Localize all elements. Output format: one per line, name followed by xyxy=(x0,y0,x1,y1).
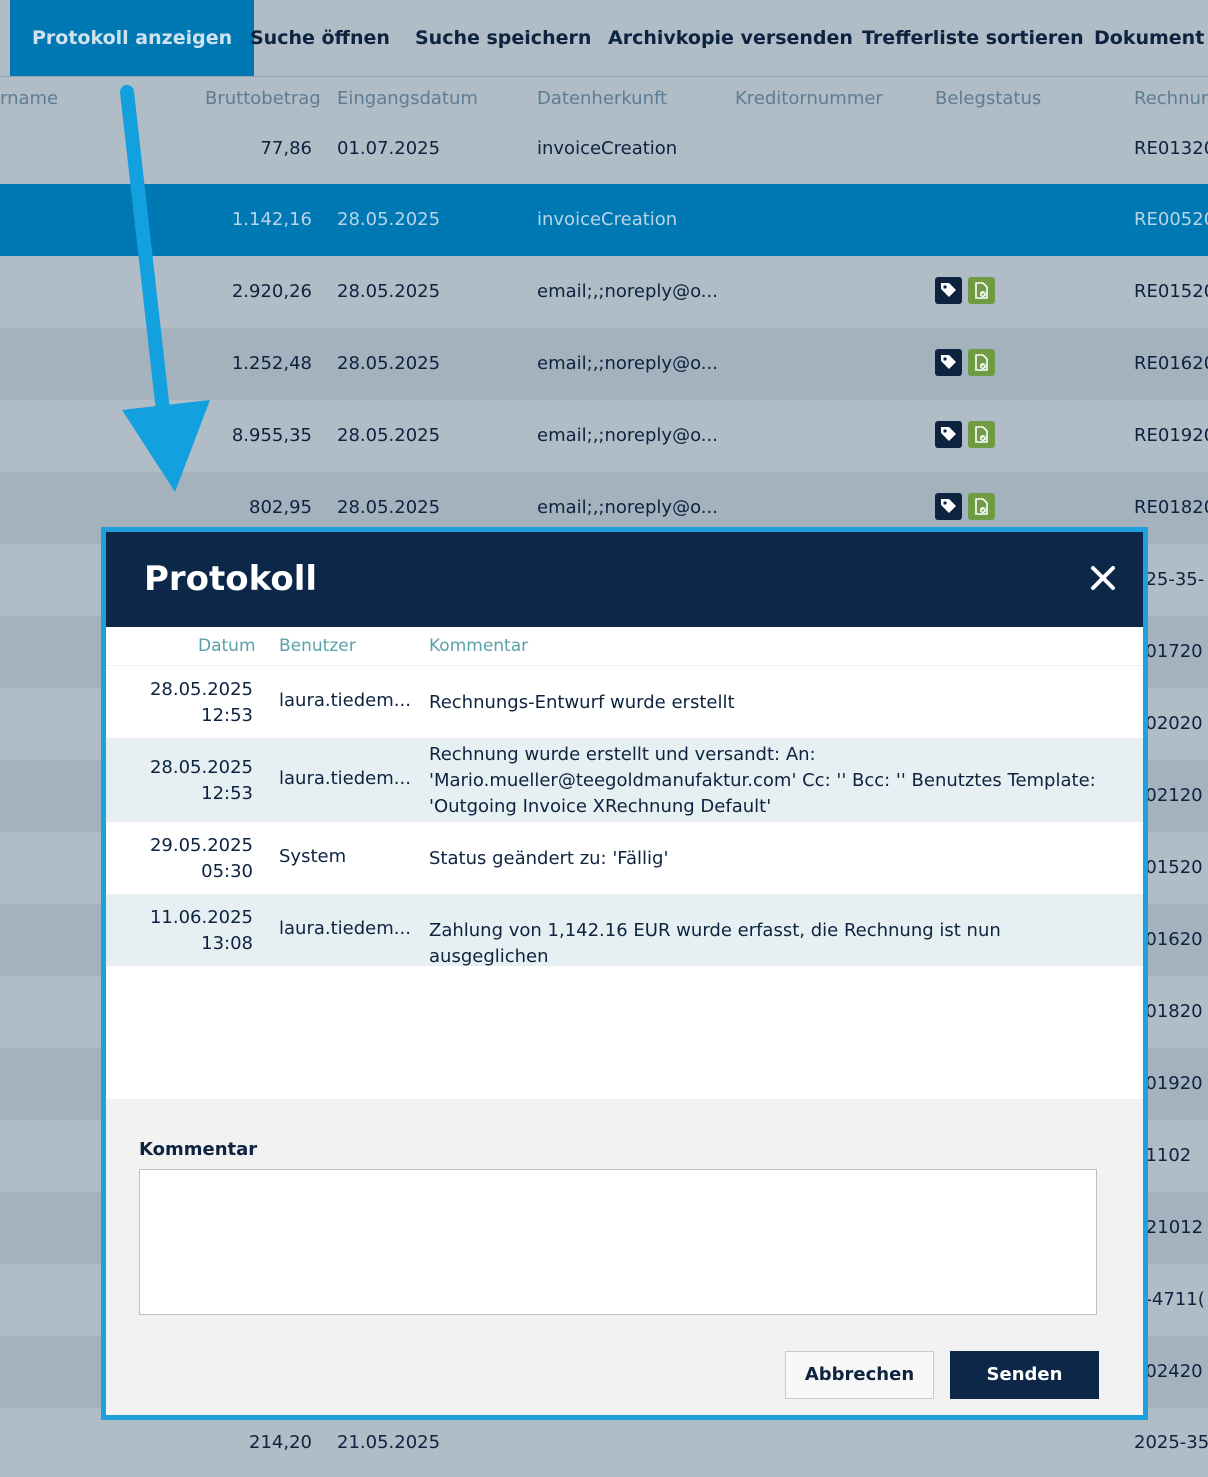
protocol-comment: Rechnungs-Entwurf wurde erstellt xyxy=(429,692,735,713)
protocol-row: 28.05.2025 12:53 laura.tiedem... Rechnun… xyxy=(106,738,1143,822)
comment-input[interactable] xyxy=(139,1169,1097,1315)
protocol-user: System xyxy=(279,846,347,867)
close-icon[interactable] xyxy=(1085,560,1121,596)
protocol-comment: Rechnung wurde erstellt und versandt: An… xyxy=(429,744,1096,817)
cancel-button[interactable]: Abbrechen xyxy=(785,1351,934,1399)
protocol-comment: Status geändert zu: 'Fällig' xyxy=(429,848,669,869)
protocol-header-comment[interactable]: Kommentar xyxy=(429,627,528,665)
protocol-date: 29.05.2025 05:30 xyxy=(106,833,253,885)
comment-label: Kommentar xyxy=(139,1139,258,1160)
protocol-date: 11.06.2025 13:08 xyxy=(106,905,253,957)
protocol-comment: Zahlung von 1,142.16 EUR wurde erfasst, … xyxy=(429,920,1001,967)
protocol-header-user[interactable]: Benutzer xyxy=(279,627,356,665)
protocol-date: 28.05.2025 12:53 xyxy=(106,677,253,729)
protocol-date-time: 12:53 xyxy=(201,705,253,726)
protocol-user: laura.tiedem... xyxy=(279,690,411,711)
protocol-date-day: 28.05.2025 xyxy=(149,679,253,700)
dialog-header: Protokoll xyxy=(106,532,1143,627)
protocol-date-day: 11.06.2025 xyxy=(149,907,253,928)
dialog-footer: Kommentar Abbrechen Senden xyxy=(106,1099,1143,1415)
protocol-dialog: Protokoll Datum Benutzer Kommentar 28.05… xyxy=(101,527,1148,1420)
protocol-date-day: 29.05.2025 xyxy=(149,835,253,856)
send-button[interactable]: Senden xyxy=(950,1351,1099,1399)
protocol-header-date[interactable]: Datum xyxy=(198,627,256,665)
protocol-row: 29.05.2025 05:30 System Status geändert … xyxy=(106,822,1143,894)
dialog-title: Protokoll xyxy=(144,559,318,599)
protocol-date: 28.05.2025 12:53 xyxy=(106,755,253,807)
protocol-user: laura.tiedem... xyxy=(279,918,411,939)
protocol-row: 11.06.2025 13:08 laura.tiedem... Zahlung… xyxy=(106,894,1143,967)
protocol-user: laura.tiedem... xyxy=(279,768,411,789)
protocol-date-day: 28.05.2025 xyxy=(149,757,253,778)
protocol-date-time: 05:30 xyxy=(201,861,253,882)
protocol-row: 28.05.2025 12:53 laura.tiedem... Rechnun… xyxy=(106,666,1143,738)
protocol-date-time: 12:53 xyxy=(201,783,253,804)
protocol-date-time: 13:08 xyxy=(201,933,253,954)
